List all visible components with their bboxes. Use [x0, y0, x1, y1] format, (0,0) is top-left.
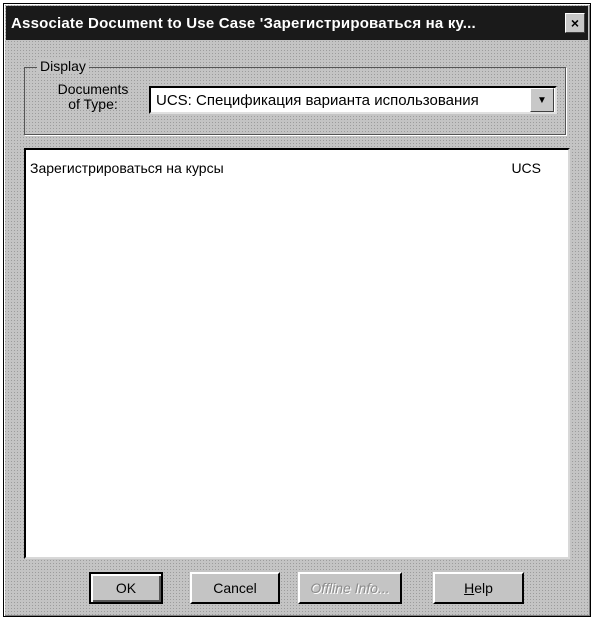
ok-button[interactable]: OK	[89, 572, 163, 604]
help-button[interactable]: Help	[433, 572, 524, 604]
close-button[interactable]: ×	[565, 13, 585, 33]
documents-of-type-label: Documents of Type:	[53, 82, 133, 112]
help-label-rest: elp	[474, 580, 493, 596]
display-group-legend: Display	[37, 58, 89, 74]
document-type: UCS	[511, 160, 541, 176]
close-icon: ×	[570, 15, 580, 31]
title-bar[interactable]: Associate Document to Use Case 'Зарегист…	[6, 6, 588, 40]
list-item[interactable]: Зарегистрироваться на курсы UCS	[26, 158, 568, 178]
document-name: Зарегистрироваться на курсы	[30, 160, 224, 176]
display-group: Display Documents of Type: UCS: Специфик…	[24, 58, 566, 135]
documents-label-line1: Documents	[57, 81, 129, 97]
window-title: Associate Document to Use Case 'Зарегист…	[11, 14, 476, 32]
document-type-select[interactable]: UCS: Спецификация варианта использования…	[149, 86, 557, 114]
document-type-value: UCS: Спецификация варианта использования	[156, 91, 479, 109]
help-mnemonic: H	[464, 580, 475, 596]
ok-button-label: OK	[115, 580, 137, 596]
chevron-down-icon: ▼	[537, 94, 547, 106]
cancel-button[interactable]: Cancel	[190, 572, 280, 604]
dropdown-button[interactable]: ▼	[530, 88, 554, 112]
documents-label-line2: of Type:	[68, 96, 118, 112]
offline-info-button[interactable]: Offline Info...	[298, 572, 402, 604]
offline-info-button-label: Offline Info...	[310, 580, 390, 596]
documents-listbox[interactable]: Зарегистрироваться на курсы UCS	[24, 148, 570, 559]
help-button-label: Help	[464, 580, 493, 596]
cancel-button-label: Cancel	[213, 580, 257, 596]
